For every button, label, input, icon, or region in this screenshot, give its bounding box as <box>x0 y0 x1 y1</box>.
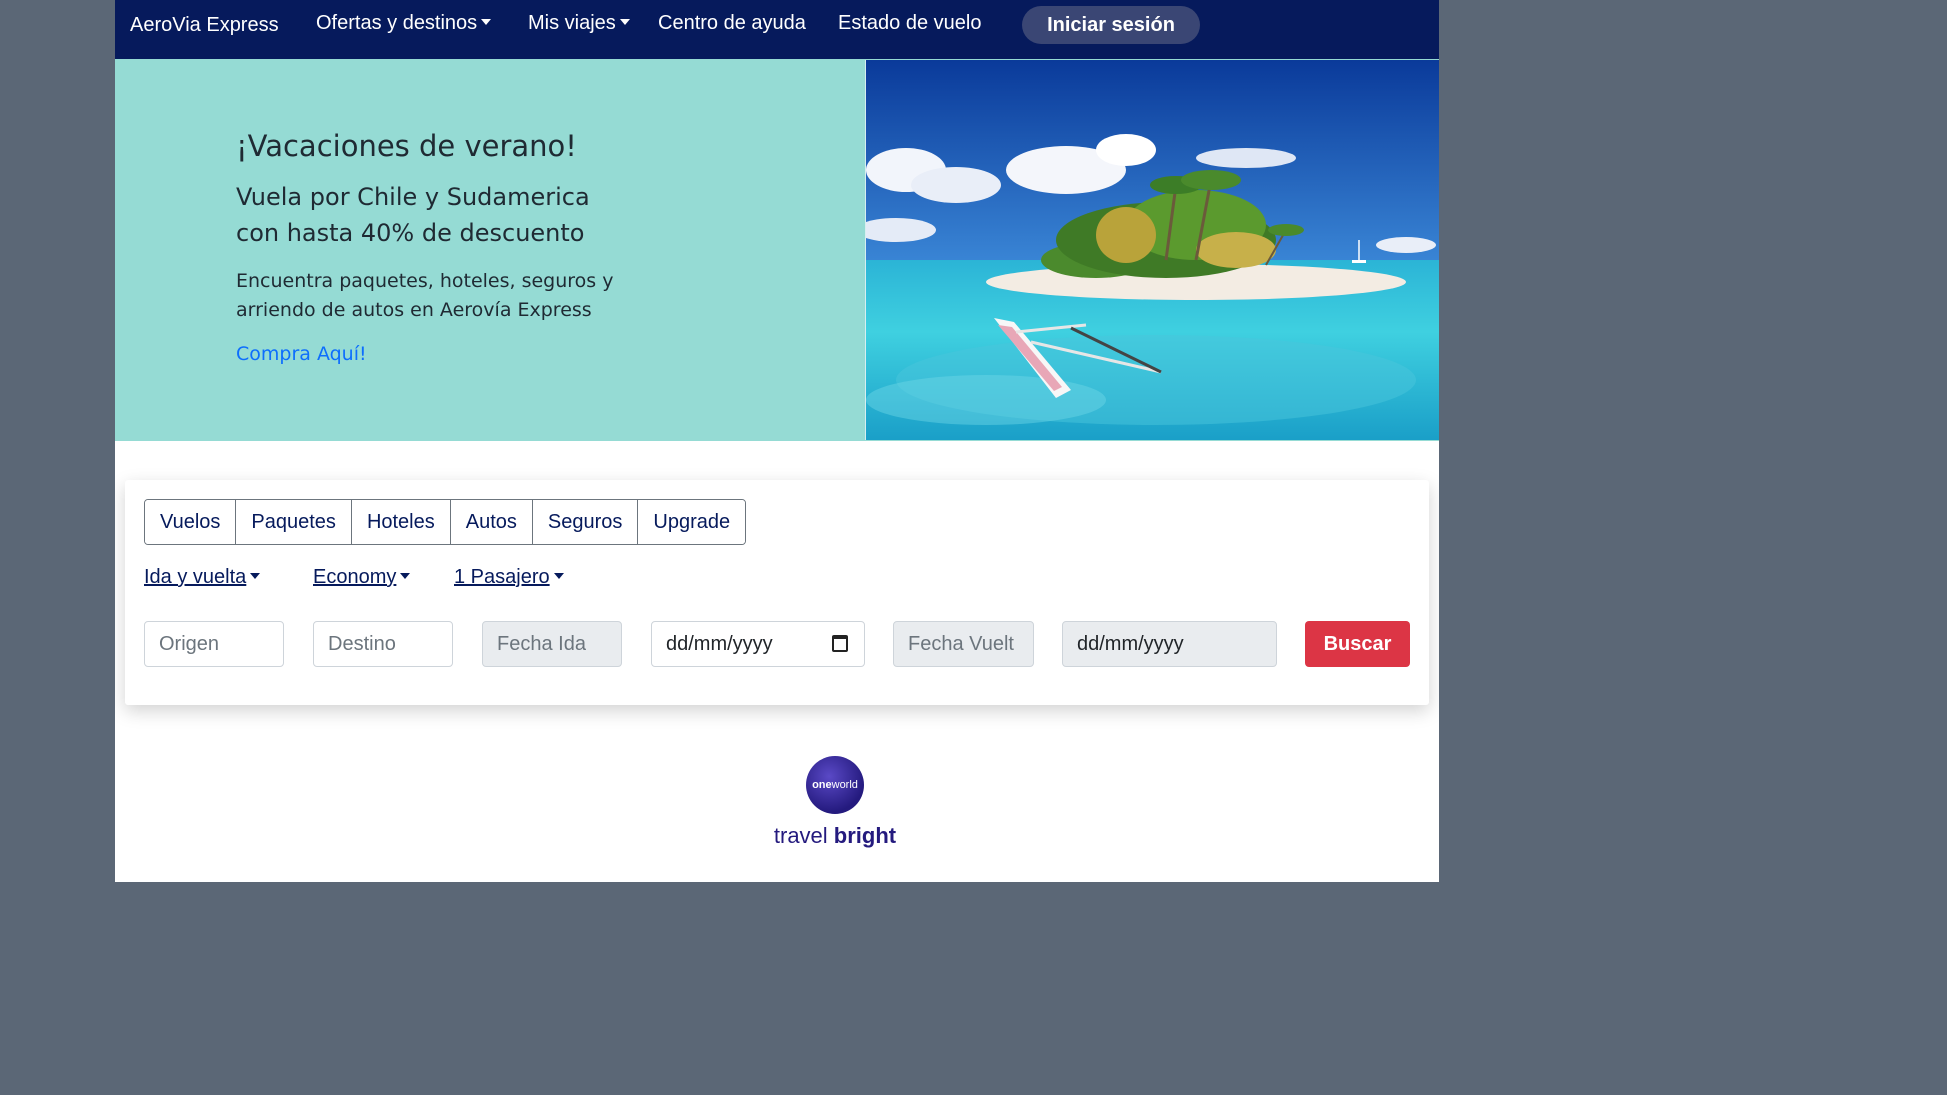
trip-type-label: Ida y vuelta <box>144 566 247 588</box>
chevron-down-icon <box>553 573 564 579</box>
hero-banner: ¡Vacaciones de verano! Vuela por Chile y… <box>115 59 1439 441</box>
chevron-down-icon <box>400 573 411 579</box>
search-button[interactable]: Buscar <box>1305 621 1410 667</box>
hero-body-line2: arriendo de autos en Aerovía Express <box>236 299 592 321</box>
nav-mis-viajes-label: Mis viajes <box>528 12 616 34</box>
return-date-value: dd/mm/yyyy <box>1077 633 1184 655</box>
nav-mis-viajes[interactable]: Mis viajes <box>528 12 630 35</box>
search-card: Vuelos Paquetes Hoteles Autos Seguros Up… <box>125 480 1429 705</box>
nav-ofertas-destinos[interactable]: Ofertas y destinos <box>316 12 492 35</box>
depart-date-picker[interactable]: dd/mm/yyyy <box>651 621 865 667</box>
nav-estado-vuelo-label: Estado de vuelo <box>838 12 982 34</box>
depart-label-field <box>482 621 622 667</box>
tab-vuelos[interactable]: Vuelos <box>145 500 237 544</box>
hero-body: Encuentra paquetes, hoteles, seguros y a… <box>236 267 656 325</box>
return-label-field <box>893 621 1034 667</box>
oneworld-tagline: travel bright <box>755 823 915 849</box>
hero-subtitle-line1: Vuela por Chile y Sudamerica <box>236 183 590 211</box>
tab-upgrade[interactable]: Upgrade <box>638 500 746 544</box>
return-date-picker[interactable]: dd/mm/yyyy <box>1062 621 1277 667</box>
passengers-dropdown[interactable]: 1 Pasajero <box>454 566 564 589</box>
navbar: AeroVia Express Ofertas y destinos Mis v… <box>115 0 1439 59</box>
tab-paquetes[interactable]: Paquetes <box>236 500 352 544</box>
tagline-travel: travel <box>773 823 828 848</box>
passengers-label: 1 Pasajero <box>454 566 550 588</box>
trip-type-dropdown[interactable]: Ida y vuelta <box>144 566 261 589</box>
tagline-bright: bright <box>833 823 897 848</box>
nav-centro-ayuda-label: Centro de ayuda <box>658 12 806 34</box>
cabin-label: Economy <box>313 566 397 588</box>
compra-aqui-link[interactable]: Compra Aquí! <box>236 343 367 365</box>
calendar-icon[interactable] <box>832 635 848 652</box>
hero-text: ¡Vacaciones de verano! Vuela por Chile y… <box>236 129 656 365</box>
brand-logo[interactable]: AeroVia Express <box>130 14 279 37</box>
chevron-down-icon <box>481 19 492 25</box>
tab-seguros[interactable]: Seguros <box>532 500 639 544</box>
destination-input[interactable] <box>313 621 453 667</box>
nav-estado-vuelo[interactable]: Estado de vuelo <box>838 12 981 35</box>
hero-image <box>865 60 1439 440</box>
page: AeroVia Express Ofertas y destinos Mis v… <box>115 0 1439 882</box>
tab-autos[interactable]: Autos <box>450 500 533 544</box>
nav-ofertas-label: Ofertas y destinos <box>316 12 478 34</box>
tab-hoteles[interactable]: Hoteles <box>351 500 451 544</box>
oneworld-logo: oneworld <box>806 756 864 814</box>
nav-centro-ayuda[interactable]: Centro de ayuda <box>658 12 806 35</box>
hero-subtitle: Vuela por Chile y Sudamerica con hasta 4… <box>236 179 656 251</box>
hero-body-line1: Encuentra paquetes, hoteles, seguros y <box>236 270 614 292</box>
oneworld-logo-one: one <box>812 779 832 791</box>
cabin-dropdown[interactable]: Economy <box>313 566 411 589</box>
hero-title: ¡Vacaciones de verano! <box>236 129 577 163</box>
chevron-down-icon <box>619 19 630 25</box>
origin-input[interactable] <box>144 621 284 667</box>
login-button[interactable]: Iniciar sesión <box>1022 6 1200 44</box>
chevron-down-icon <box>250 573 261 579</box>
product-tabs: Vuelos Paquetes Hoteles Autos Seguros Up… <box>144 499 747 545</box>
oneworld-logo-world: world <box>831 779 858 791</box>
tropical-island-image <box>866 60 1439 440</box>
hero-subtitle-line2: con hasta 40% de descuento <box>236 219 585 247</box>
depart-date-value: dd/mm/yyyy <box>666 633 773 655</box>
